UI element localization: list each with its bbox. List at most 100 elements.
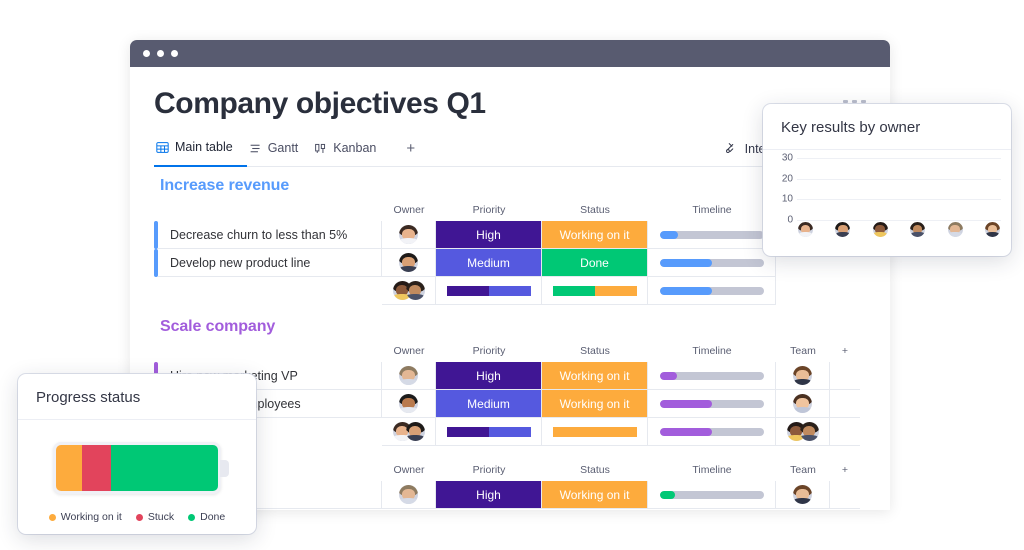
column-header-owner[interactable]: Owner [382, 459, 436, 481]
row-status[interactable]: Working on it [542, 221, 648, 249]
avatar[interactable] [797, 221, 814, 238]
column-header-priority[interactable]: Priority [436, 340, 542, 362]
avatar[interactable] [983, 221, 1001, 238]
row-status[interactable]: Done [542, 249, 648, 277]
add-column-button[interactable]: + [830, 459, 860, 481]
row-owner[interactable] [382, 362, 436, 390]
key-results-chart: 30 20 10 0 [763, 150, 1011, 240]
summary-owners[interactable] [382, 418, 436, 446]
avatar[interactable] [909, 221, 927, 238]
priority-distribution-bar [446, 285, 531, 296]
group-title[interactable]: Increase revenue [160, 177, 866, 195]
row-team[interactable] [776, 362, 830, 390]
row-owner[interactable] [382, 221, 436, 249]
avatar[interactable] [834, 221, 852, 238]
row-priority[interactable]: High [436, 221, 542, 249]
row-timeline[interactable] [648, 481, 776, 509]
priority-chip: Medium [436, 390, 541, 417]
summary-timeline [648, 418, 776, 446]
row-status[interactable]: Working on it [542, 481, 648, 509]
add-view-button[interactable]: + [390, 140, 425, 163]
column-header-team[interactable]: Team [776, 459, 830, 481]
avatar[interactable] [946, 221, 964, 238]
column-header-priority[interactable]: Priority [436, 199, 542, 221]
row-owner[interactable] [382, 481, 436, 509]
timeline-bar [659, 427, 764, 436]
avatar[interactable] [871, 221, 889, 238]
row-team[interactable] [776, 390, 830, 418]
add-column-button[interactable]: + [830, 340, 860, 362]
window-dot-close[interactable] [143, 50, 150, 57]
priority-chip: High [436, 221, 541, 248]
window-dot-maximize[interactable] [171, 50, 178, 57]
drag-dots-icon[interactable] [843, 100, 866, 103]
avatar[interactable] [398, 224, 419, 245]
avatar[interactable] [398, 252, 419, 273]
avatar[interactable] [798, 421, 820, 442]
row-timeline[interactable] [648, 249, 776, 277]
board: Increase revenue Owner Priority Status Timel… [154, 177, 866, 509]
column-header-timeline[interactable]: Timeline [648, 459, 776, 481]
group-summary-row [154, 277, 866, 305]
timeline-bar [659, 371, 764, 380]
row-priority[interactable]: Medium [436, 249, 542, 277]
row-add-cell[interactable] [830, 481, 860, 509]
avatar[interactable] [404, 421, 426, 442]
row-name[interactable]: Decrease churn to less than 5% [158, 221, 382, 249]
tab-kanban[interactable]: Kanban [312, 137, 390, 167]
avatar[interactable] [404, 280, 426, 301]
group-title[interactable]: Scale company [160, 318, 866, 336]
summary-owners[interactable] [382, 277, 436, 305]
row-add-cell[interactable] [830, 362, 860, 390]
avatar[interactable] [792, 365, 813, 386]
row-timeline[interactable] [648, 221, 776, 249]
priority-chip: Medium [436, 249, 541, 276]
battery-nub-icon [220, 460, 229, 477]
tab-label: Kanban [333, 141, 377, 155]
chart-y-axis: 30 20 10 0 [771, 153, 793, 226]
row-status[interactable]: Working on it [542, 390, 648, 418]
column-header-status[interactable]: Status [542, 459, 648, 481]
row-owner[interactable] [382, 390, 436, 418]
tab-label: Gantt [267, 141, 299, 155]
column-header-row: Owner Priority Status Timeline [154, 199, 866, 221]
row-name[interactable]: Develop new product line [158, 249, 382, 277]
column-header-owner[interactable]: Owner [382, 340, 436, 362]
column-header-row: Owner Priority Status Timeline Team + [154, 459, 866, 481]
column-header-team[interactable]: Team [776, 340, 830, 362]
tab-main-table[interactable]: Main table [154, 137, 247, 167]
table-row: Decrease churn to less than 5% High Workin… [154, 221, 866, 249]
row-timeline[interactable] [648, 362, 776, 390]
avatar[interactable] [792, 484, 813, 505]
row-add-cell[interactable] [830, 390, 860, 418]
group-summary-row [154, 418, 866, 446]
tab-gantt[interactable]: Gantt [247, 137, 313, 167]
avatar-stack [785, 421, 820, 442]
avatar[interactable] [398, 393, 419, 414]
column-header-owner[interactable]: Owner [382, 199, 436, 221]
row-owner[interactable] [382, 249, 436, 277]
avatar[interactable] [398, 365, 419, 386]
status-distribution-bar [552, 285, 637, 296]
progress-segment [56, 445, 82, 491]
legend-label: Working on it [60, 511, 122, 523]
avatar[interactable] [792, 393, 813, 414]
column-header-status[interactable]: Status [542, 199, 648, 221]
row-priority[interactable]: High [436, 362, 542, 390]
row-team[interactable] [776, 481, 830, 509]
column-header-priority[interactable]: Priority [436, 459, 542, 481]
window-titlebar [130, 40, 890, 67]
row-timeline[interactable] [648, 390, 776, 418]
column-header-timeline[interactable]: Timeline [648, 199, 776, 221]
table-row: d 24/7 supportHighWorking on it [154, 481, 866, 509]
avatar[interactable] [398, 484, 419, 505]
window-dot-minimize[interactable] [157, 50, 164, 57]
column-header-status[interactable]: Status [542, 340, 648, 362]
summary-team [776, 418, 830, 446]
table-row: Hire 20 new employeesMediumWorking on it [154, 390, 866, 418]
row-priority[interactable]: High [436, 481, 542, 509]
row-status[interactable]: Working on it [542, 362, 648, 390]
row-priority[interactable]: Medium [436, 390, 542, 418]
tab-label: Main table [175, 140, 233, 154]
column-header-timeline[interactable]: Timeline [648, 340, 776, 362]
